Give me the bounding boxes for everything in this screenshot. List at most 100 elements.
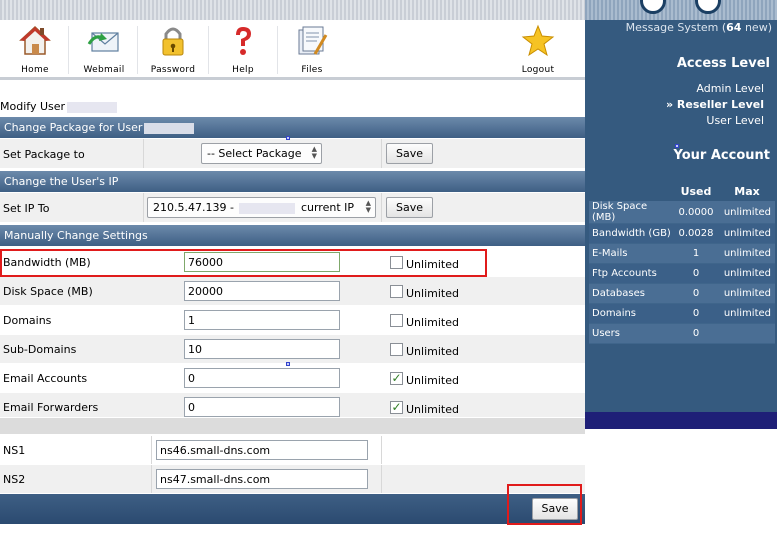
home-button[interactable]: Home [15, 20, 55, 78]
toolbar-separator [208, 26, 209, 74]
logo-ring [695, 0, 721, 14]
change-package-header: Change Package for User [0, 117, 585, 138]
ip-select[interactable]: 210.5.47.139 - current IP ▲ ▼ [147, 197, 376, 218]
set-package-row: Set Package to -- Select Package ▲ ▼ Save [0, 136, 585, 169]
unlimited-checkbox[interactable] [390, 285, 403, 298]
highlight-bandwidth-row [0, 249, 487, 277]
message-system-link[interactable]: Message System (64 new) [626, 21, 772, 34]
ns-label: NS1 [3, 444, 26, 457]
webmail-button[interactable]: Webmail [80, 20, 128, 78]
stat-used: 0 [673, 263, 719, 284]
unlimited-label: Unlimited [406, 374, 459, 387]
account-stats-table: Used Max Disk Space (MB) 0.0000 unlimite… [589, 181, 775, 344]
change-ip-header: Change the User's IP [0, 171, 585, 192]
ip-select-prefix: 210.5.47.139 - [153, 201, 234, 214]
ip-select-suffix: current IP [300, 201, 355, 214]
right-panel-footer-bar [585, 412, 777, 429]
setting-row-email-accounts: Email Accounts ✓ Unlimited [0, 362, 585, 393]
section-divider [0, 418, 585, 434]
column-header: Used [680, 184, 712, 198]
stat-max: unlimited [719, 263, 775, 284]
message-suffix: new) [741, 21, 772, 34]
set-package-label: Set Package to [3, 148, 85, 161]
highlight-save-button [507, 484, 582, 525]
save-ip-button[interactable]: Save [386, 197, 433, 218]
ns2-input[interactable] [156, 469, 368, 489]
page: Home Webmail Password Help Files Logout … [0, 0, 777, 541]
logout-label: Logout [521, 65, 555, 75]
form-footer-bar [0, 494, 585, 524]
logout-button[interactable]: Logout [515, 20, 561, 78]
ns1-input[interactable] [156, 440, 368, 460]
stat-max: unlimited [719, 243, 775, 264]
question-icon [236, 27, 251, 55]
stat-label: Users [589, 323, 673, 344]
setting-label: Email Accounts [3, 372, 88, 385]
reseller-level-link[interactable]: » Reseller Level [666, 98, 764, 111]
save-package-button[interactable]: Save [386, 143, 433, 164]
setting-label: Domains [3, 314, 52, 327]
sub-domains-input[interactable] [184, 339, 340, 359]
unlimited-checkbox-checked[interactable]: ✓ [390, 401, 403, 414]
change-package-title: Change Package for User [4, 121, 143, 134]
unlimited-label: Unlimited [406, 403, 459, 416]
unlimited-checkbox-checked[interactable]: ✓ [390, 372, 403, 385]
stat-label: E-Mails [589, 243, 673, 264]
set-ip-row: Set IP To 210.5.47.139 - current IP ▲ ▼ S… [0, 193, 585, 223]
select-arrows-icon: ▲ ▼ [365, 199, 371, 214]
table-row: Databases 0 unlimited [589, 283, 775, 304]
webmail-label: Webmail [83, 65, 125, 75]
unlimited-checkbox[interactable] [390, 343, 403, 356]
disk-space-input[interactable] [184, 281, 340, 301]
table-header-row: Used Max [589, 181, 775, 201]
toolbar-separator [137, 26, 138, 74]
column-header [589, 181, 673, 201]
select-arrows-icon: ▲ ▼ [311, 145, 317, 160]
column-divider [381, 193, 382, 222]
email-accounts-input[interactable] [184, 368, 340, 388]
files-icon [298, 26, 328, 55]
files-button[interactable]: Files [292, 20, 332, 78]
right-panel: Message System (64 new) Access Level Adm… [585, 0, 777, 412]
table-row: E-Mails 1 unlimited [589, 243, 775, 264]
setting-label: Disk Space (MB) [3, 285, 93, 298]
user-level-link[interactable]: User Level [706, 114, 764, 127]
setting-row-email-forwarders: Email Forwarders ✓ Unlimited [0, 393, 585, 418]
package-select[interactable]: -- Select Package ▲ ▼ [201, 143, 322, 164]
ns-label: NS2 [3, 473, 26, 486]
stat-used: 0.0028 [673, 223, 719, 244]
stat-used: 0 [673, 283, 719, 304]
column-divider [151, 465, 152, 493]
password-button[interactable]: Password [148, 20, 198, 78]
manual-settings-header: Manually Change Settings [0, 225, 585, 246]
help-button[interactable]: Help [225, 20, 261, 78]
star-icon [521, 24, 555, 57]
unlimited-label: Unlimited [406, 316, 459, 329]
access-level-title: Access Level [676, 56, 770, 71]
stat-max: unlimited [719, 223, 775, 244]
domains-input[interactable] [184, 310, 340, 330]
message-count: 64 [726, 21, 742, 34]
table-row: Ftp Accounts 0 unlimited [589, 263, 775, 284]
stat-label: Disk Space (MB) [589, 201, 673, 224]
table-row: Bandwidth (GB) 0.0028 unlimited [589, 223, 775, 244]
column-divider [381, 139, 382, 168]
stat-max: unlimited [719, 303, 775, 324]
admin-level-link[interactable]: Admin Level [696, 82, 764, 95]
password-label: Password [150, 65, 196, 75]
package-select-value: -- Select Package [207, 147, 302, 160]
toolbar: Home Webmail Password Help Files Logout [0, 20, 585, 80]
column-divider [381, 436, 382, 464]
column-divider [151, 436, 152, 464]
unlimited-label: Unlimited [406, 345, 459, 358]
toolbar-separator [68, 26, 69, 74]
column-divider [381, 465, 382, 493]
unlimited-checkbox[interactable] [390, 314, 403, 327]
stat-used: 1 [673, 243, 719, 264]
set-ip-label: Set IP To [3, 202, 50, 215]
email-forwarders-input[interactable] [184, 397, 340, 417]
stat-max [719, 323, 775, 344]
ns2-row: NS2 [0, 465, 585, 494]
lock-icon [162, 27, 184, 56]
setting-label: Sub-Domains [3, 343, 77, 356]
